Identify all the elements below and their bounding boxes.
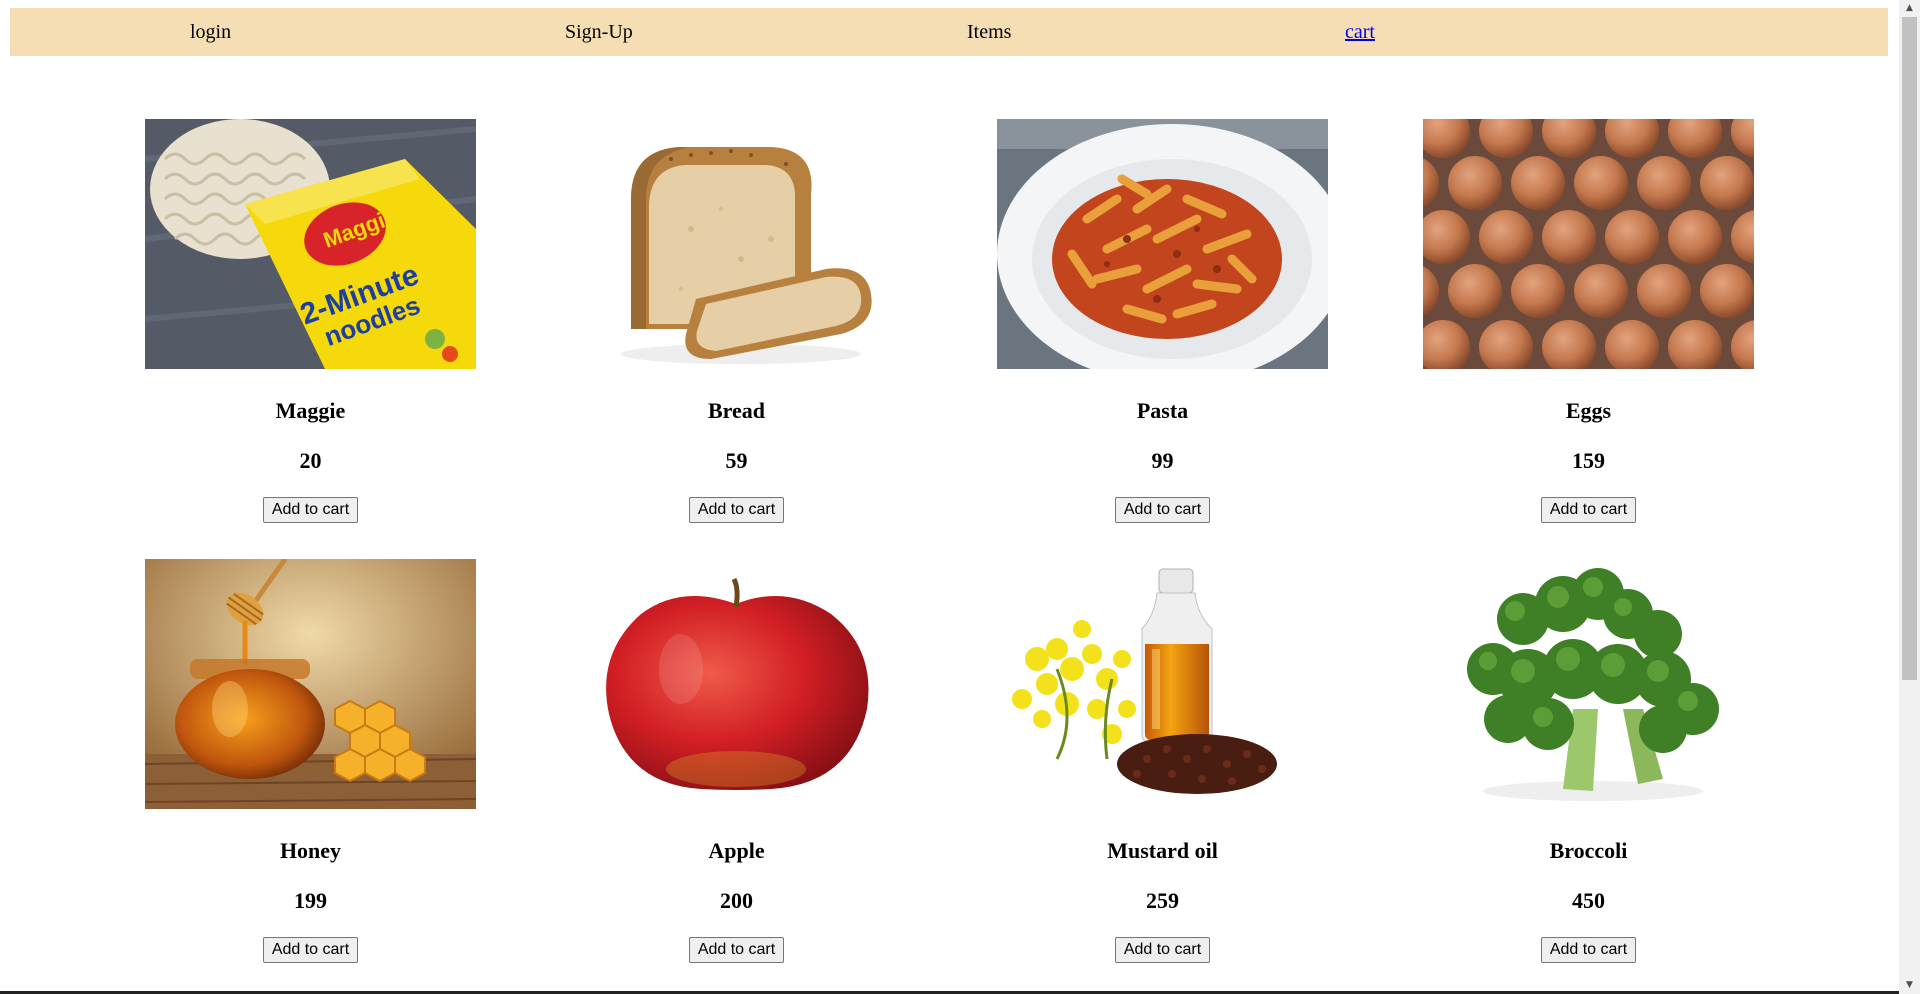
honey-image (145, 559, 476, 809)
product-name: Pasta (1136, 398, 1189, 423)
product-price: 99 (1151, 448, 1174, 473)
nav-login[interactable]: login (190, 8, 231, 56)
product-price: 450 (1572, 888, 1605, 913)
add-to-cart-button[interactable]: Add to cart (1540, 497, 1637, 523)
product-card: Bread 59 Add to cart (571, 119, 902, 523)
product-name: Honey (279, 838, 342, 863)
product-card: Mustard oil 259 Add to cart (997, 559, 1328, 963)
scrollbar-thumb[interactable] (1902, 17, 1917, 680)
product-name: Maggie (275, 398, 346, 423)
product-price: 199 (294, 888, 327, 913)
nav-signup[interactable]: Sign-Up (565, 8, 633, 56)
vertical-scrollbar[interactable]: ▲ ▼ (1899, 0, 1920, 994)
pasta-picture (997, 119, 1328, 369)
add-to-cart-button[interactable]: Add to cart (688, 937, 785, 963)
product-grid: Maggi 2-Minute noodles Maggie 20 Add to … (0, 119, 1899, 963)
product-price: 159 (1572, 448, 1605, 473)
product-card: Honey 199 Add to cart (145, 559, 476, 963)
product-card: Maggi 2-Minute noodles Maggie 20 Add to … (145, 119, 476, 523)
add-to-cart-button[interactable]: Add to cart (688, 497, 785, 523)
add-to-cart-button[interactable]: Add to cart (1540, 937, 1637, 963)
bread-picture (571, 119, 902, 369)
page: login Sign-Up Items cart Maggi 2-Minute (0, 0, 1899, 994)
product-name: Apple (708, 838, 765, 863)
broccoli-picture (1423, 559, 1754, 809)
product-name: Bread (707, 398, 766, 423)
eggs-image (1423, 119, 1754, 369)
product-price: 20 (299, 448, 322, 473)
maggie-noodles-picture: Maggi 2-Minute noodles (145, 119, 476, 369)
product-price: 59 (725, 448, 748, 473)
add-to-cart-button[interactable]: Add to cart (1114, 497, 1211, 523)
product-card: Apple 200 Add to cart (571, 559, 902, 963)
apple-picture (571, 559, 902, 809)
mustard-oil-picture (997, 559, 1328, 809)
mustard-oil-image (997, 559, 1328, 809)
nav-cart-link[interactable]: cart (1345, 8, 1375, 56)
product-price: 259 (1146, 888, 1179, 913)
scroll-down-arrow-icon[interactable]: ▼ (1899, 977, 1920, 994)
navbar: login Sign-Up Items cart (10, 8, 1888, 56)
product-card: Eggs 159 Add to cart (1423, 119, 1754, 523)
product-card: Pasta 99 Add to cart (997, 119, 1328, 523)
nav-items[interactable]: Items (967, 8, 1011, 56)
add-to-cart-button[interactable]: Add to cart (262, 937, 359, 963)
product-name: Broccoli (1549, 838, 1628, 863)
pasta-image (997, 119, 1328, 369)
add-to-cart-button[interactable]: Add to cart (262, 497, 359, 523)
eggs-picture (1423, 119, 1754, 369)
broccoli-image (1423, 559, 1754, 809)
product-card: Broccoli 450 Add to cart (1423, 559, 1754, 963)
add-to-cart-button[interactable]: Add to cart (1114, 937, 1211, 963)
product-price: 200 (720, 888, 753, 913)
honey-picture (145, 559, 476, 809)
product-name: Eggs (1565, 398, 1612, 423)
apple-image (571, 559, 902, 809)
maggie-noodles-image: Maggi 2-Minute noodles (145, 119, 476, 369)
bread-image (571, 119, 902, 369)
scroll-up-arrow-icon[interactable]: ▲ (1899, 0, 1920, 17)
product-name: Mustard oil (1107, 838, 1218, 863)
